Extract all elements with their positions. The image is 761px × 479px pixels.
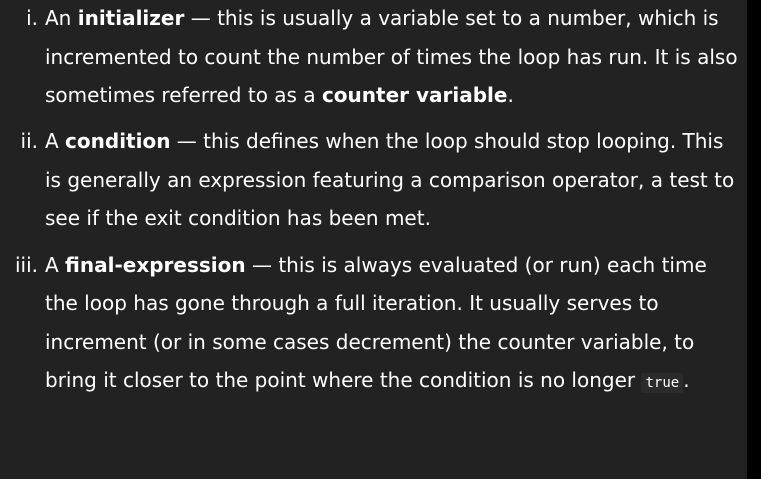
list-item-final-expression: iii. A final-expression — this is always…	[0, 246, 745, 403]
term-counter-variable: counter variable	[321, 83, 508, 108]
code-true: true	[641, 373, 684, 394]
item-lead: A	[45, 252, 66, 277]
loop-components-list: i. An initializer — this is usually a va…	[0, 0, 745, 403]
item-lead: A	[45, 129, 66, 154]
item-text-end: .	[683, 368, 690, 393]
list-marker: ii.	[20, 129, 38, 154]
list-marker: iii.	[14, 252, 38, 277]
item-text-end: .	[507, 83, 514, 108]
term-condition: condition	[65, 129, 171, 154]
item-lead: An	[45, 6, 78, 30]
document-content: i. An initializer — this is usually a va…	[0, 0, 745, 410]
term-final-expression: final-expression	[65, 252, 246, 277]
page-edge-bar	[747, 0, 761, 479]
list-item-condition: ii. A condition — this defines when the …	[0, 122, 745, 238]
list-marker: i.	[26, 6, 38, 30]
term-initializer: initializer	[77, 6, 185, 30]
list-item-initializer: i. An initializer — this is usually a va…	[0, 0, 745, 115]
